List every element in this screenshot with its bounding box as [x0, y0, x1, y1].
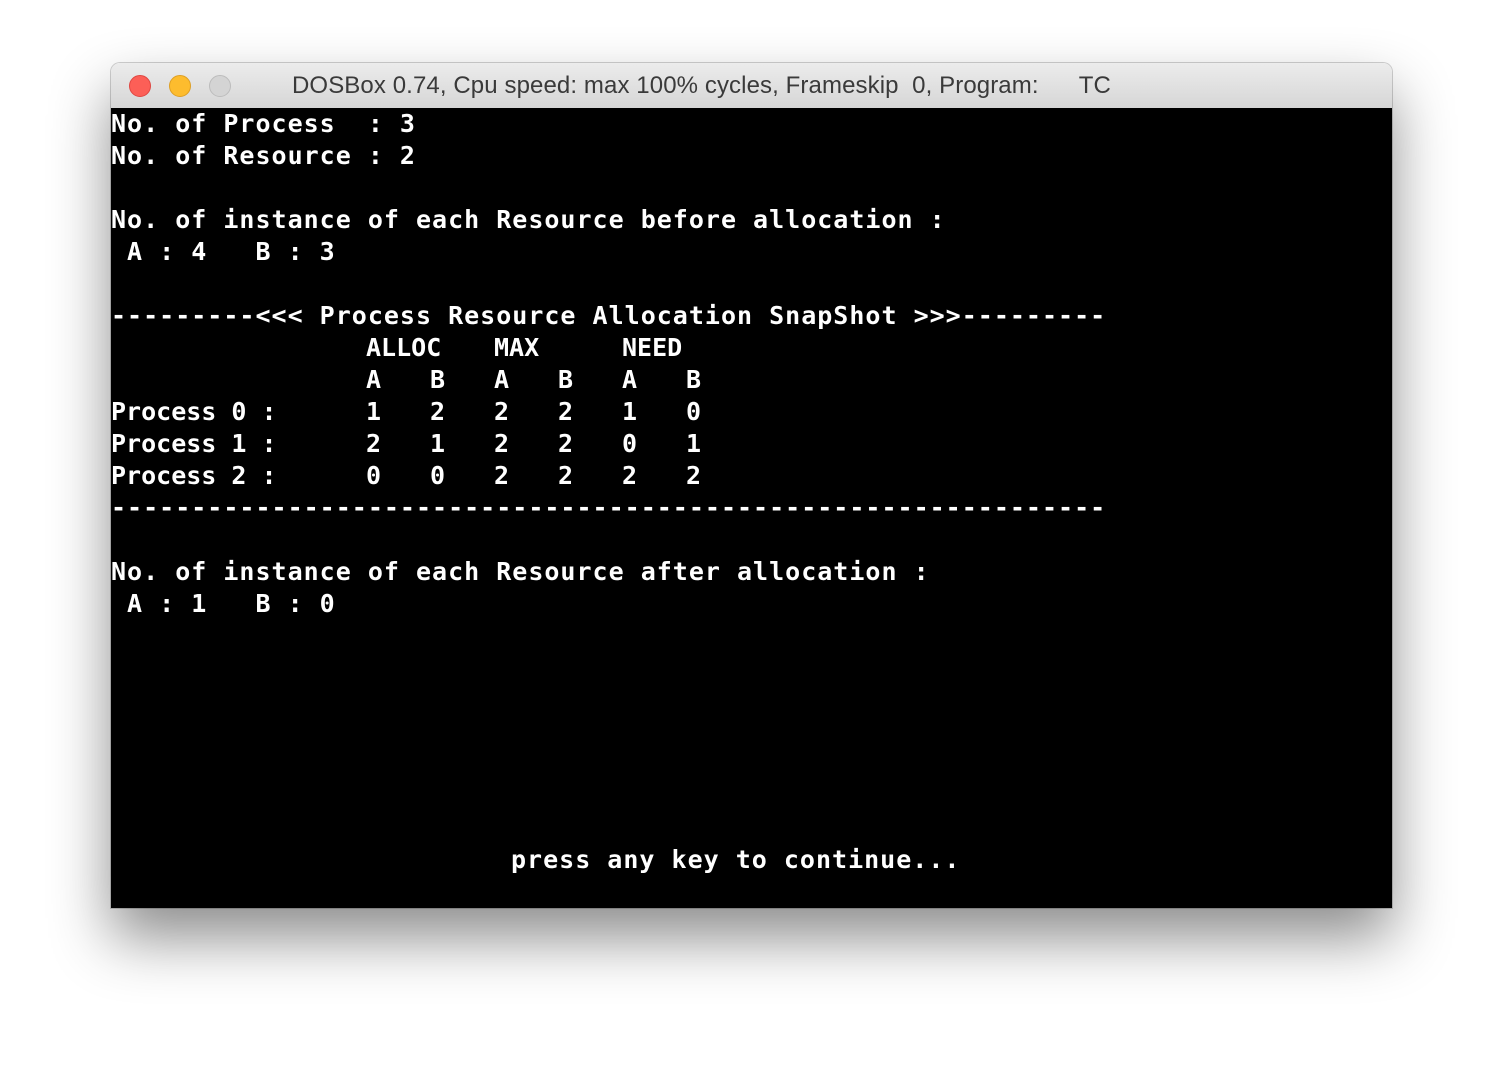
- row-value: 0: [366, 461, 382, 490]
- after-allocation-heading: No. of instance of each Resource after a…: [111, 557, 930, 586]
- sub-header-max-a: A: [494, 365, 510, 394]
- zoom-button[interactable]: [209, 75, 231, 97]
- resource-count-line: No. of Resource : 2: [111, 141, 416, 170]
- table-separator: ----------------------------------------…: [111, 493, 1107, 522]
- continue-prompt: press any key to continue...: [511, 845, 961, 874]
- row-label: Process 1 :: [111, 429, 277, 458]
- group-header-need: NEED: [622, 333, 683, 362]
- row-value: 2: [558, 461, 574, 490]
- row-value: 1: [622, 397, 638, 426]
- dosbox-window: DOSBox 0.74, Cpu speed: max 100% cycles,…: [111, 63, 1392, 908]
- minimize-button[interactable]: [169, 75, 191, 97]
- row-label: Process 2 :: [111, 461, 277, 490]
- row-value: 2: [494, 461, 510, 490]
- row-value: 1: [366, 397, 382, 426]
- row-value: 2: [558, 397, 574, 426]
- row-value: 1: [686, 429, 702, 458]
- row-value: 0: [430, 461, 446, 490]
- process-count-line: No. of Process : 3: [111, 109, 416, 138]
- row-value: 2: [430, 397, 446, 426]
- dos-screen[interactable]: No. of Process : 3 No. of Resource : 2 N…: [111, 108, 1392, 908]
- after-allocation-values: A : 1 B : 0: [111, 589, 336, 618]
- sub-header-alloc-a: A: [366, 365, 382, 394]
- before-allocation-values: A : 4 B : 3: [111, 237, 336, 266]
- group-header-max: MAX: [494, 333, 540, 362]
- before-allocation-heading: No. of instance of each Resource before …: [111, 205, 946, 234]
- sub-header-max-b: B: [558, 365, 574, 394]
- row-label: Process 0 :: [111, 397, 277, 426]
- snapshot-heading: ---------<<< Process Resource Allocation…: [111, 301, 1107, 330]
- row-value: 2: [494, 397, 510, 426]
- group-header-alloc: ALLOC: [366, 333, 442, 362]
- sub-header-need-a: A: [622, 365, 638, 394]
- row-value: 1: [430, 429, 446, 458]
- row-value: 2: [686, 461, 702, 490]
- close-button[interactable]: [129, 75, 151, 97]
- sub-header-alloc-b: B: [430, 365, 446, 394]
- title-bar[interactable]: DOSBox 0.74, Cpu speed: max 100% cycles,…: [111, 63, 1392, 109]
- row-value: 0: [622, 429, 638, 458]
- row-value: 2: [366, 429, 382, 458]
- row-value: 0: [686, 397, 702, 426]
- sub-header-need-b: B: [686, 365, 702, 394]
- row-value: 2: [558, 429, 574, 458]
- row-value: 2: [622, 461, 638, 490]
- row-value: 2: [494, 429, 510, 458]
- window-title: DOSBox 0.74, Cpu speed: max 100% cycles,…: [292, 72, 1111, 99]
